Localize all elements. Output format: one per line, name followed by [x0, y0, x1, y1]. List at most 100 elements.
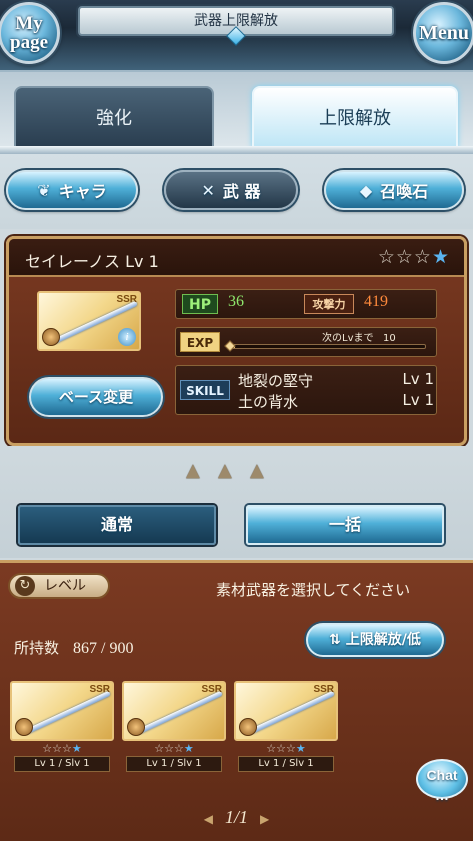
chat-label: Chat [426, 767, 458, 783]
skill-tag: SKILL [180, 380, 230, 400]
mypage-label-line2: page [10, 32, 48, 53]
sort-label: レベル [44, 578, 86, 594]
material-weapon-item[interactable]: SSR ☆☆☆★ Lv 1 / Slv 1 [234, 681, 338, 772]
rarity-badge: SSR [116, 294, 137, 305]
select-prompt: 素材武器を選択してください [216, 581, 411, 599]
menu-button[interactable]: Menu [413, 2, 473, 64]
chara-icon: ❦ [37, 180, 51, 200]
owned-label: 所持数 [14, 639, 60, 657]
weapon-name: セイレーノス Lv 1 [25, 252, 159, 271]
star-icon: ☆ [395, 246, 414, 268]
mypage-button[interactable]: My page [0, 2, 60, 64]
uncap-pyramid-icon: ▲ [218, 460, 232, 481]
base-change-label: ベース変更 [58, 388, 134, 406]
uncap-stars: ☆☆☆★ [154, 742, 194, 755]
tab-underline [0, 146, 473, 154]
title-gem-icon [226, 26, 246, 46]
category-summon-button[interactable]: ◆ 召喚石 [324, 170, 464, 210]
material-level: Lv 1 / Slv 1 [238, 756, 334, 772]
limit-break-low-button[interactable]: ⇅ 上限解放/低 [306, 623, 444, 657]
skill-item[interactable]: 土の背水 Lv 1 [238, 391, 434, 412]
earth-element-icon [15, 718, 33, 736]
uncap-stars: ☆☆☆★ [266, 742, 306, 755]
exp-row: EXP 次のLvまで 10 [175, 327, 437, 357]
atk-tag: 攻撃力 [304, 294, 354, 314]
material-level: Lv 1 / Slv 1 [14, 756, 110, 772]
tab-enhance-label: 強化 [96, 108, 132, 129]
next-level-text: 次のLvまで 10 [322, 329, 396, 344]
material-card-image[interactable]: SSR [10, 681, 114, 741]
category-weapon-label: 武 器 [222, 182, 261, 201]
uncap-stars: ☆☆☆★ [378, 246, 450, 268]
menu-label: Menu [419, 21, 469, 44]
star-icon: ☆ [413, 246, 432, 268]
atk-value: 419 [364, 293, 388, 310]
rarity-badge: SSR [89, 684, 110, 695]
next-level-value: 10 [383, 333, 396, 344]
category-chara-label: キャラ [58, 182, 107, 201]
material-weapon-item[interactable]: SSR ☆☆☆★ Lv 1 / Slv 1 [10, 681, 114, 772]
base-change-button[interactable]: ベース変更 [29, 377, 163, 417]
star-icon: ☆ [377, 246, 396, 268]
prev-page-icon[interactable]: ◀ [204, 812, 213, 826]
weapon-header: セイレーノス Lv 1 ☆☆☆★ [9, 239, 464, 277]
skills-row: SKILL 地裂の堅守 Lv 1 土の背水 Lv 1 [175, 365, 437, 415]
swords-icon: ✕ [201, 180, 215, 200]
sort-arrows-icon: ⇅ [329, 632, 341, 648]
material-card-image[interactable]: SSR [234, 681, 338, 741]
weapon-card-image[interactable]: SSR i [37, 291, 141, 351]
sort-button[interactable]: ↻ レベル [8, 573, 110, 599]
exp-gem-icon [224, 340, 236, 352]
mode-bulk-label: 一括 [328, 515, 361, 534]
hp-value: 36 [228, 293, 244, 310]
skill-name: 地裂の堅守 [238, 372, 314, 390]
stats-row: HP 36 攻撃力 419 [175, 289, 437, 319]
materials-panel: ↻ レベル 素材武器を選択してください 所持数 867 / 900 ⇅ 上限解放/… [0, 560, 473, 841]
earth-element-icon [239, 718, 257, 736]
weapon-detail-panel: セイレーノス Lv 1 ☆☆☆★ SSR i ベース変更 HP 36 攻撃力 4… [6, 236, 467, 446]
uncap-pyramid-icon: ▲ [186, 460, 200, 481]
skill-name: 土の背水 [238, 393, 299, 411]
sword-blade-icon [249, 690, 335, 735]
chat-button[interactable]: Chat … [416, 759, 468, 803]
skill-level: Lv 1 [402, 370, 434, 388]
owned-value: 867 / 900 [73, 640, 134, 657]
limit-break-low-label: 上限解放/低 [345, 632, 421, 648]
next-page-icon[interactable]: ▶ [260, 812, 269, 826]
hp-tag: HP [182, 294, 218, 314]
uncap-pyramid-icon: ▲ [250, 460, 264, 481]
earth-element-icon [42, 328, 60, 346]
rarity-badge: SSR [313, 684, 334, 695]
page-indicator: 1/1 [224, 807, 248, 827]
owned-count: 所持数 867 / 900 [14, 637, 133, 658]
category-weapon-button[interactable]: ✕ 武 器 [164, 170, 298, 210]
category-summon-label: 召喚石 [380, 182, 429, 201]
skill-item[interactable]: 地裂の堅守 Lv 1 [238, 370, 434, 391]
refresh-icon: ↻ [15, 576, 35, 596]
mode-normal-button[interactable]: 通常 [18, 505, 216, 545]
mypage-label-line1: My [15, 13, 43, 34]
mode-bulk-button[interactable]: 一括 [246, 505, 444, 545]
material-card-image[interactable]: SSR [122, 681, 226, 741]
earth-element-icon [127, 718, 145, 736]
skill-level: Lv 1 [402, 391, 434, 409]
tab-limit-break-label: 上限解放 [319, 108, 391, 129]
page-title: 武器上限解放 [78, 6, 394, 46]
chat-dots-icon: … [435, 787, 449, 803]
material-weapon-item[interactable]: SSR ☆☆☆★ Lv 1 / Slv 1 [122, 681, 226, 772]
category-chara-button[interactable]: ❦ キャラ [6, 170, 138, 210]
sword-blade-icon [25, 690, 111, 735]
rarity-badge: SSR [201, 684, 222, 695]
material-level: Lv 1 / Slv 1 [126, 756, 222, 772]
summon-crystal-icon: ◆ [359, 180, 373, 200]
exp-tag: EXP [180, 332, 220, 352]
pagination: ◀ 1/1 ▶ [0, 807, 473, 828]
exp-progress-bar [230, 344, 426, 349]
star-blue-icon: ★ [431, 246, 450, 268]
uncap-stars: ☆☆☆★ [42, 742, 82, 755]
tab-enhance[interactable]: 強化 [14, 86, 214, 148]
info-icon[interactable]: i [118, 328, 136, 346]
header-bar: My page 武器上限解放 Menu [0, 0, 473, 72]
next-level-label: 次のLvまで [322, 333, 374, 344]
tab-limit-break[interactable]: 上限解放 [252, 86, 458, 148]
